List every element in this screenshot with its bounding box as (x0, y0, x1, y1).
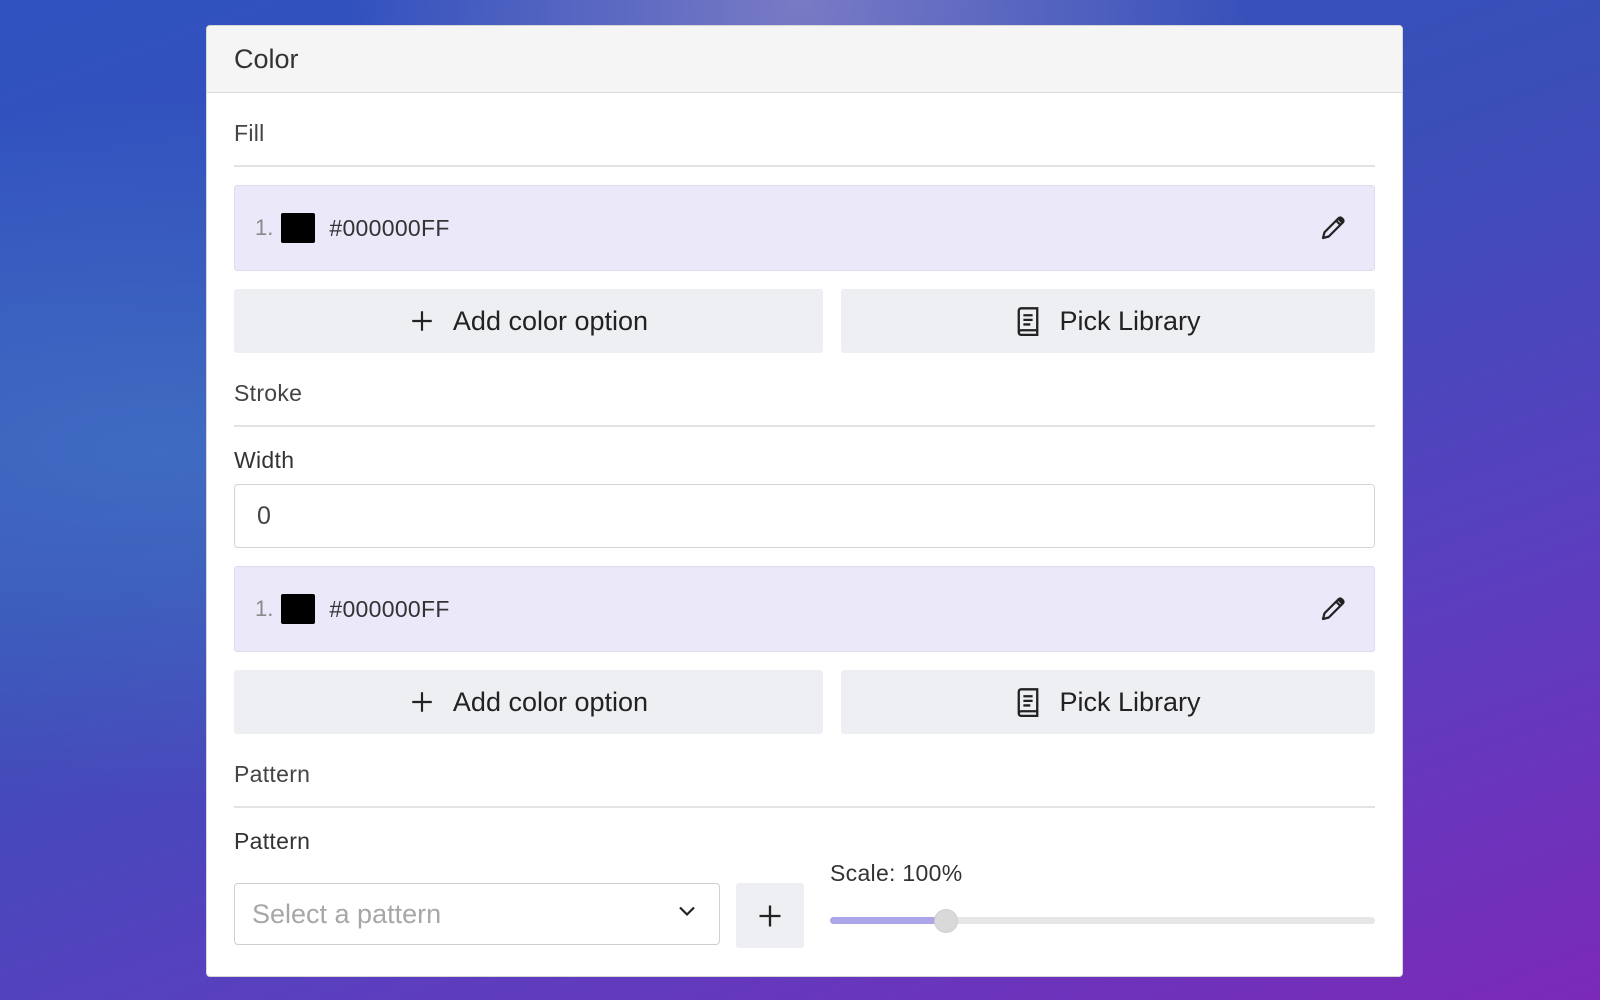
pattern-controls: Pattern Select a pattern Scale: 100% (234, 828, 1375, 968)
stroke-color-swatch[interactable] (281, 594, 316, 624)
fill-pick-library-label: Pick Library (1059, 305, 1201, 336)
width-label: Width (234, 447, 295, 473)
pattern-field-label: Pattern (234, 828, 311, 854)
width-input[interactable]: 0 (234, 484, 1375, 548)
scale-slider[interactable] (830, 909, 1375, 933)
stroke-color-row[interactable]: 1. #000000FF (234, 566, 1375, 652)
fill-color-hex: #000000FF (329, 214, 450, 241)
plus-icon (409, 689, 435, 715)
plus-icon (756, 902, 784, 930)
color-panel: Color Fill 1. #000000FF Add color option (206, 25, 1403, 977)
fill-add-color-button[interactable]: Add color option (234, 289, 823, 353)
panel-title: Color (207, 26, 1402, 93)
book-icon (1015, 687, 1041, 717)
stroke-color-index: 1. (255, 596, 274, 621)
stroke-add-color-button[interactable]: Add color option (234, 670, 823, 734)
scale-label: Scale: 100% (830, 860, 963, 886)
stroke-pick-library-button[interactable]: Pick Library (841, 670, 1375, 734)
scale-slider-thumb[interactable] (934, 909, 959, 933)
pattern-select[interactable]: Select a pattern (234, 883, 720, 945)
scale-slider-fill (830, 917, 947, 924)
pencil-icon[interactable] (1316, 592, 1350, 626)
fill-color-index: 1. (255, 215, 274, 240)
fill-pick-library-button[interactable]: Pick Library (841, 289, 1375, 353)
pattern-select-placeholder: Select a pattern (252, 898, 442, 929)
stroke-section-title: Stroke (234, 353, 1375, 427)
fill-add-color-label: Add color option (452, 305, 649, 336)
add-pattern-button[interactable] (736, 883, 804, 948)
fill-section-title: Fill (234, 93, 1375, 167)
stroke-color-hex: #000000FF (329, 595, 450, 622)
plus-icon (409, 308, 435, 334)
stroke-pick-library-label: Pick Library (1059, 686, 1201, 717)
stroke-add-color-label: Add color option (452, 686, 649, 717)
fill-color-row[interactable]: 1. #000000FF (234, 185, 1375, 271)
book-icon (1015, 306, 1041, 336)
pencil-icon[interactable] (1316, 211, 1350, 245)
pattern-section-title: Pattern (234, 734, 1375, 808)
chevron-down-icon (675, 899, 699, 930)
fill-color-swatch[interactable] (281, 213, 316, 243)
